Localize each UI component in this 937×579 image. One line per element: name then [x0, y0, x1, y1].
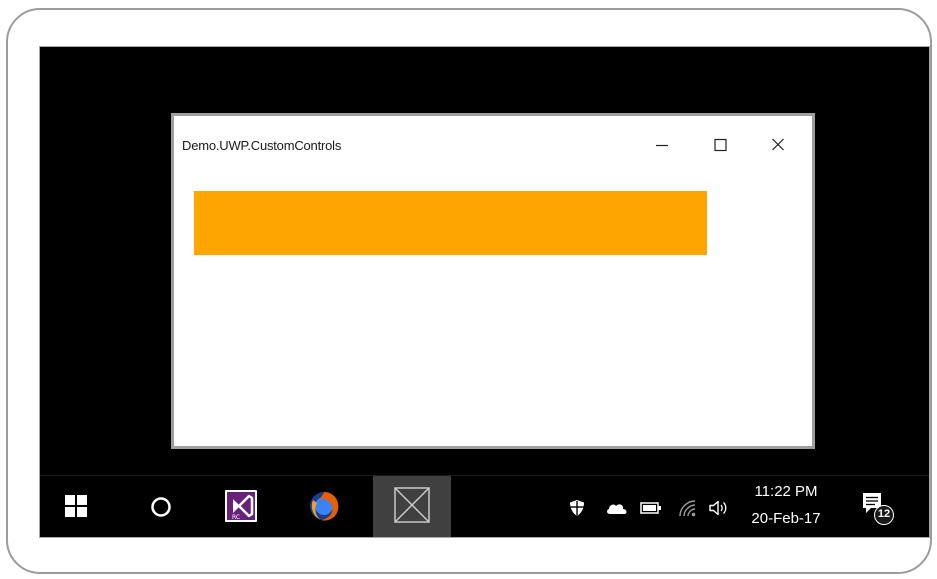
volume-icon	[709, 500, 727, 516]
svg-text:RC: RC	[232, 514, 240, 521]
shield-icon	[570, 500, 584, 516]
cortana-ring-icon	[151, 497, 171, 517]
minimize-button[interactable]	[640, 130, 684, 160]
tray-onedrive[interactable]	[605, 501, 629, 515]
close-icon	[772, 138, 784, 151]
running-indicator	[207, 537, 274, 538]
running-indicator	[290, 537, 357, 538]
app-content	[174, 178, 812, 446]
clock-time: 11:22 PM	[754, 483, 818, 500]
app-placeholder-icon	[394, 487, 430, 523]
wifi-icon	[679, 500, 696, 517]
tablet-frame: Demo.UWP.CustomControls RC 11:22 PM 20-F…	[6, 8, 932, 574]
windows-logo-icon	[65, 495, 87, 517]
minimize-icon	[656, 144, 668, 147]
cloud-icon	[607, 504, 627, 514]
taskbar-demo-app[interactable]	[373, 476, 451, 538]
close-button[interactable]	[756, 130, 800, 160]
maximize-icon	[714, 138, 727, 152]
app-window: Demo.UWP.CustomControls	[171, 113, 815, 449]
start-button[interactable]	[40, 476, 112, 537]
search-cortana-button[interactable]	[134, 476, 186, 537]
window-title: Demo.UWP.CustomControls	[182, 138, 342, 153]
tray-battery[interactable]	[640, 502, 662, 514]
tray-network[interactable]	[678, 499, 698, 517]
clock-date: 20-Feb-17	[751, 510, 821, 527]
visual-studio-icon: RC	[225, 490, 257, 522]
orange-custom-control[interactable]	[194, 191, 707, 255]
tray-volume[interactable]	[708, 499, 730, 517]
taskbar-clock[interactable]: 11:22 PM 20-Feb-17	[736, 481, 836, 530]
notification-count-badge: 12	[874, 505, 894, 525]
battery-icon	[640, 502, 661, 514]
firefox-icon	[310, 492, 339, 521]
desktop-screen: Demo.UWP.CustomControls RC 11:22 PM 20-F…	[39, 46, 930, 538]
action-center-button[interactable]: 12	[861, 491, 897, 527]
maximize-button[interactable]	[698, 130, 742, 160]
taskbar-visual-studio[interactable]: RC	[207, 476, 274, 538]
taskbar: RC 11:22 PM 20-Feb-17 12	[40, 475, 929, 538]
tray-security[interactable]	[568, 499, 586, 517]
title-bar[interactable]: Demo.UWP.CustomControls	[174, 116, 812, 178]
active-indicator	[373, 537, 451, 538]
taskbar-firefox[interactable]	[290, 476, 357, 538]
